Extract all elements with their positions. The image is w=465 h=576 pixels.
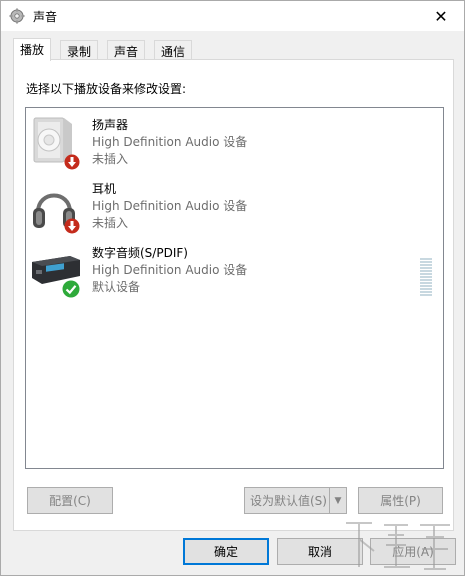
device-status: 默认设备 [92, 280, 141, 294]
close-icon: ✕ [434, 6, 448, 26]
title-bar[interactable]: 声音 ✕ [1, 1, 464, 31]
properties-button[interactable]: 属性(P) [358, 487, 443, 514]
device-name: 扬声器 [92, 118, 129, 132]
unplugged-badge-icon [64, 218, 80, 234]
device-driver: High Definition Audio 设备 [92, 135, 248, 149]
device-status: 未插入 [92, 152, 129, 166]
apply-button[interactable]: 应用(A) [370, 538, 456, 565]
device-status: 未插入 [92, 216, 129, 230]
list-item[interactable]: 扬声器 High Definition Audio 设备 未插入 [28, 116, 438, 180]
device-name: 耳机 [92, 182, 117, 196]
device-name: 数字音频(S/PDIF) [92, 246, 188, 260]
configure-button[interactable]: 配置(C) [27, 487, 113, 514]
device-list[interactable]: 扬声器 High Definition Audio 设备 未插入 耳机 High… [25, 107, 444, 469]
default-check-icon [62, 280, 80, 298]
tab-communications[interactable]: 通信 [154, 40, 193, 60]
instruction-text: 选择以下播放设备来修改设置: [26, 82, 187, 96]
close-button[interactable]: ✕ [418, 1, 464, 31]
set-default-button[interactable]: 设为默认值(S) ▼ [244, 487, 347, 514]
list-item[interactable]: 数字音频(S/PDIF) High Definition Audio 设备 默认… [28, 244, 438, 308]
ok-button[interactable]: 确定 [183, 538, 269, 565]
tab-sounds[interactable]: 声音 [107, 40, 146, 60]
chevron-down-icon[interactable]: ▼ [329, 488, 346, 513]
window-title: 声音 [33, 10, 58, 24]
unplugged-badge-icon [64, 154, 80, 170]
device-driver: High Definition Audio 设备 [92, 199, 248, 213]
tab-recording[interactable]: 录制 [60, 40, 99, 60]
device-driver: High Definition Audio 设备 [92, 263, 248, 277]
volume-level-meter [420, 258, 432, 298]
list-item[interactable]: 耳机 High Definition Audio 设备 未插入 [28, 180, 438, 244]
playback-panel: 选择以下播放设备来修改设置: 扬声器 High Definition Audio… [13, 59, 454, 531]
sound-dialog: 声音 ✕ 播放 录制 声音 通信 选择以下播放设备来修改设置: 扬声器 High… [0, 0, 465, 576]
cancel-button[interactable]: 取消 [277, 538, 363, 565]
speaker-settings-icon [9, 8, 25, 24]
set-default-label: 设为默认值(S) [250, 494, 327, 508]
tab-playback[interactable]: 播放 [13, 38, 52, 61]
